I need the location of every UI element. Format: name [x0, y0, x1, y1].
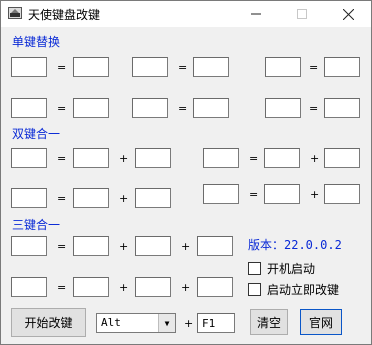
plus-sign: + — [119, 152, 129, 165]
single-6-target[interactable] — [324, 98, 360, 118]
single-1-source[interactable] — [11, 57, 47, 77]
section-triple-key: 三键合一 — [12, 218, 61, 232]
version-label: 版本：22.0.0.2 — [248, 238, 342, 252]
app-icon — [8, 7, 22, 19]
eq-sign: = — [309, 61, 319, 74]
plus-sign: + — [181, 281, 191, 294]
double-3-source[interactable] — [11, 188, 47, 208]
single-3-source[interactable] — [265, 57, 301, 77]
maximize-icon — [297, 9, 307, 19]
double-1-source[interactable] — [11, 148, 47, 168]
triple-2-key2[interactable] — [135, 277, 171, 297]
single-5-target[interactable] — [193, 98, 229, 118]
triple-2-key1[interactable] — [73, 277, 109, 297]
minimize-icon — [251, 13, 261, 15]
eq-sign: = — [57, 102, 67, 115]
eq-sign: = — [249, 188, 259, 201]
eq-sign: = — [249, 152, 259, 165]
client-area: 单键替换 = = = = = = 双键合一 = + = + = + = + 三键… — [1, 27, 371, 344]
single-5-source[interactable] — [132, 98, 168, 118]
eq-sign: = — [57, 61, 67, 74]
section-single-key: 单键替换 — [12, 35, 61, 49]
double-4-key2[interactable] — [324, 184, 360, 204]
double-3-key1[interactable] — [73, 188, 109, 208]
eq-sign: = — [57, 240, 67, 253]
checkbox-box[interactable] — [248, 283, 261, 296]
plus-sign: + — [310, 188, 320, 201]
clear-button[interactable]: 清空 — [250, 309, 288, 335]
double-2-source[interactable] — [203, 148, 239, 168]
single-2-target[interactable] — [193, 57, 229, 77]
start-button[interactable]: 开始改键 — [11, 308, 86, 337]
app-window: 天使键盘改键 单键替换 = = = = = = 双键合一 = + = + = +… — [0, 0, 372, 345]
checkbox-box[interactable] — [248, 262, 261, 275]
autostart-label: 开机启动 — [267, 262, 316, 276]
single-2-source[interactable] — [132, 57, 168, 77]
triple-1-key3[interactable] — [197, 236, 233, 256]
title-bar: 天使键盘改键 — [1, 1, 371, 27]
single-4-source[interactable] — [11, 98, 47, 118]
modifier-value: Alt — [101, 316, 121, 329]
eq-sign: = — [57, 281, 67, 294]
autostart-checkbox[interactable]: 开机启动 — [248, 260, 315, 277]
triple-1-source[interactable] — [11, 236, 47, 256]
eq-sign: = — [309, 102, 319, 115]
close-icon — [342, 8, 354, 20]
double-2-key2[interactable] — [324, 148, 360, 168]
plus-sign: + — [310, 152, 320, 165]
plus-sign: + — [119, 240, 129, 253]
triple-2-key3[interactable] — [197, 277, 233, 297]
double-3-key2[interactable] — [135, 188, 171, 208]
single-4-target[interactable] — [73, 98, 109, 118]
dropdown-arrow-icon[interactable]: ▼ — [158, 314, 175, 332]
single-6-source[interactable] — [265, 98, 301, 118]
triple-1-key2[interactable] — [135, 236, 171, 256]
close-button[interactable] — [325, 1, 371, 27]
eq-sign: = — [178, 61, 188, 74]
single-3-target[interactable] — [324, 57, 360, 77]
plus-sign: + — [119, 192, 129, 205]
double-4-source[interactable] — [203, 184, 239, 204]
eq-sign: = — [57, 152, 67, 165]
single-1-target[interactable] — [73, 57, 109, 77]
section-double-key: 双键合一 — [12, 127, 61, 141]
eq-sign: = — [178, 102, 188, 115]
hotkey-key-input[interactable] — [197, 313, 235, 333]
plus-sign: + — [181, 240, 191, 253]
eq-sign: = — [57, 192, 67, 205]
modifier-select[interactable]: Alt ▼ — [96, 313, 176, 333]
double-1-key1[interactable] — [73, 148, 109, 168]
window-title: 天使键盘改键 — [28, 8, 101, 22]
minimize-button[interactable] — [233, 1, 279, 27]
double-4-key1[interactable] — [264, 184, 300, 204]
maximize-button[interactable] — [279, 1, 325, 27]
double-2-key1[interactable] — [264, 148, 300, 168]
plus-sign: + — [184, 317, 194, 330]
double-1-key2[interactable] — [135, 148, 171, 168]
immediate-label: 启动立即改键 — [267, 283, 340, 297]
website-button[interactable]: 官网 — [300, 309, 342, 335]
triple-1-key1[interactable] — [73, 236, 109, 256]
immediate-checkbox[interactable]: 启动立即改键 — [248, 281, 339, 298]
triple-2-source[interactable] — [11, 277, 47, 297]
plus-sign: + — [119, 281, 129, 294]
